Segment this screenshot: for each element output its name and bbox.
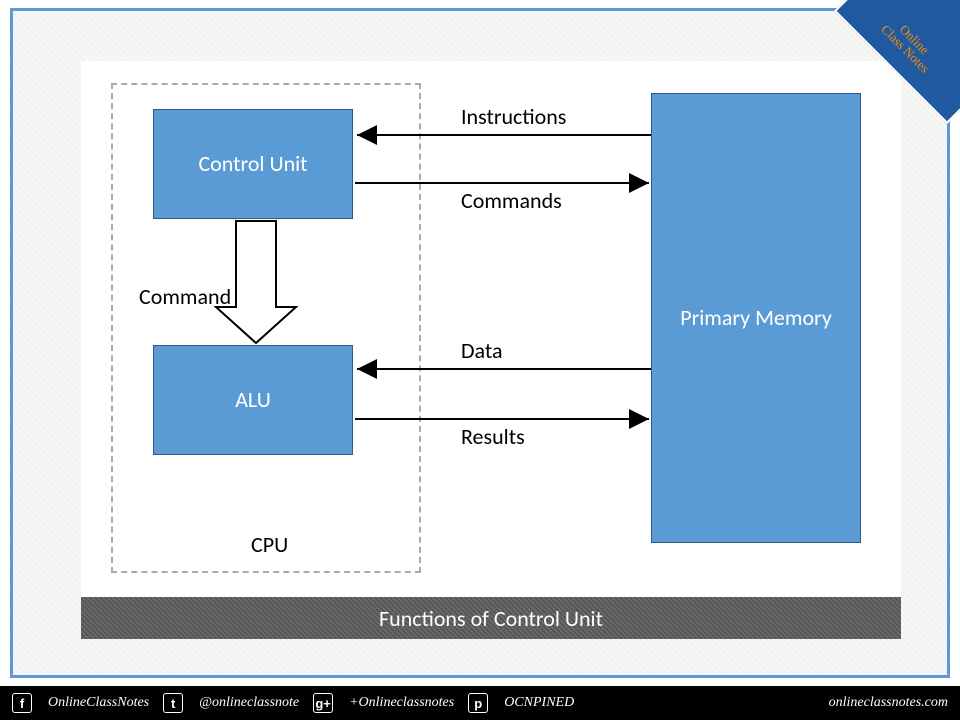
twitter-handle: @onlineclassnote (199, 695, 299, 711)
footer-bar: f OnlineClassNotes t @onlineclassnote g+… (0, 686, 960, 720)
control-unit-label: Control Unit (198, 151, 307, 177)
diagram-panel: Control Unit ALU Primary Memory Instruct… (81, 61, 901, 639)
commands-label: Commands (461, 187, 562, 214)
twitter-icon: t (163, 693, 183, 713)
gplus-icon: g+ (313, 693, 333, 713)
primary-memory-block: Primary Memory (651, 93, 861, 543)
instructions-label: Instructions (461, 103, 566, 130)
pinterest-handle: OCNPINED (504, 695, 574, 711)
control-unit-block: Control Unit (153, 109, 353, 219)
data-label: Data (461, 337, 503, 364)
caption-bar: Functions of Control Unit (81, 597, 901, 639)
command-label: Command (139, 283, 231, 310)
cpu-label: CPU (251, 531, 288, 558)
results-label: Results (461, 423, 525, 450)
gplus-handle: +Onlineclassnotes (349, 695, 454, 711)
page-frame: Control Unit ALU Primary Memory Instruct… (10, 8, 950, 678)
facebook-handle: OnlineClassNotes (48, 695, 149, 711)
primary-memory-label: Primary Memory (680, 305, 832, 331)
facebook-icon: f (12, 693, 32, 713)
pinterest-icon: p (468, 693, 488, 713)
site-url: onlineclassnotes.com (829, 695, 948, 711)
alu-label: ALU (235, 387, 271, 413)
alu-block: ALU (153, 345, 353, 455)
caption-text: Functions of Control Unit (379, 605, 603, 632)
